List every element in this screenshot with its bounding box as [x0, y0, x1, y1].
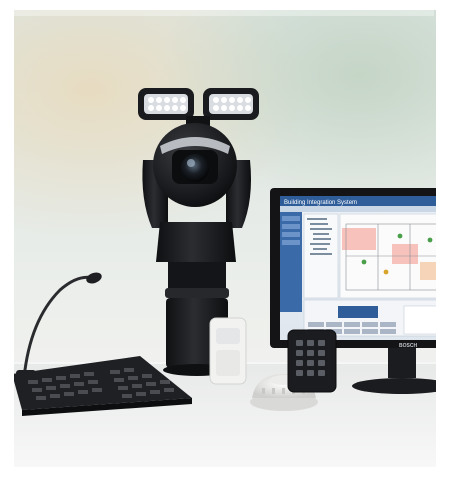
access-control-reader	[287, 329, 337, 393]
screen-title: Building Integration System	[284, 200, 357, 206]
monitor-stand	[352, 378, 450, 394]
scene-illustration: Building Integration System BOSCH	[0, 0, 450, 477]
camera-lens	[181, 154, 209, 182]
product-photo: Building Integration System BOSCH	[0, 0, 450, 477]
motion-detector	[209, 317, 247, 385]
pan-module	[156, 222, 236, 262]
